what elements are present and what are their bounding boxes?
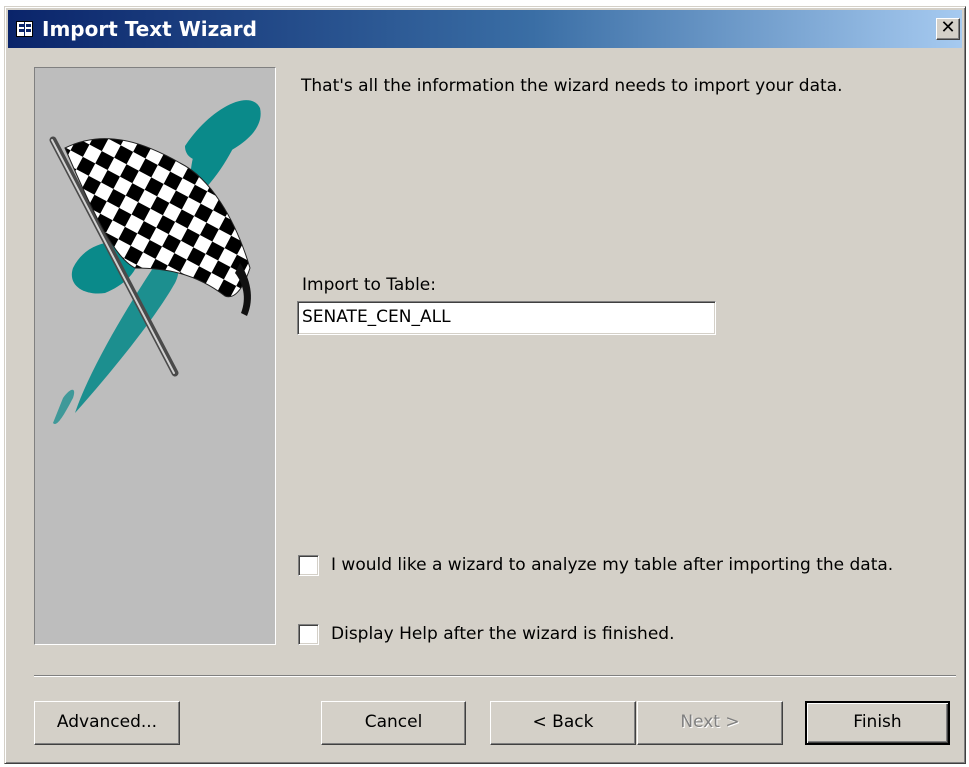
wizard-info-text: That's all the information the wizard ne… [301,76,843,96]
advanced-button[interactable]: Advanced... [34,701,180,745]
analyze-table-checkbox[interactable] [298,555,319,576]
import-to-table-label: Import to Table: [302,275,436,295]
wizard-illustration [34,67,276,645]
title-bar[interactable]: Import Text Wizard ✕ [8,10,962,48]
next-button[interactable]: Next > [637,701,783,745]
close-icon: ✕ [940,17,956,38]
display-help-label[interactable]: Display Help after the wizard is finishe… [331,622,921,647]
close-button[interactable]: ✕ [936,18,960,40]
analyze-table-label[interactable]: I would like a wizard to analyze my tabl… [331,553,921,578]
table-name-input[interactable]: SENATE_CEN_ALL [297,301,716,335]
back-button[interactable]: < Back [490,701,636,745]
import-text-wizard-window: Import Text Wizard ✕ That's all the info… [4,6,966,764]
finish-button[interactable]: Finish [805,701,950,745]
table-grid-icon [16,21,33,37]
window-title: Import Text Wizard [42,17,257,41]
checkered-flag-icon [49,100,261,424]
display-help-checkbox[interactable] [298,624,319,645]
cancel-button[interactable]: Cancel [321,701,466,745]
button-separator [34,675,956,677]
